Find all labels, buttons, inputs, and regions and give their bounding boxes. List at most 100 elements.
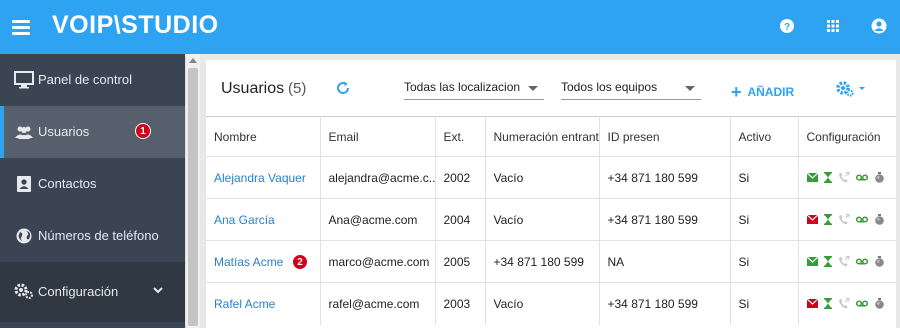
sidebar-item-label: Contactos	[38, 176, 97, 191]
cell-configuration	[798, 198, 896, 241]
delete-user-icon[interactable]	[874, 298, 885, 310]
gears-icon	[14, 283, 33, 299]
cell-name: Rafel Acme	[206, 282, 321, 325]
top-bar: VOIP\STUDIO ?	[0, 0, 900, 54]
users-table: Nombre Email Ext. Numeración entrante ID…	[206, 116, 896, 325]
delete-user-icon[interactable]	[874, 256, 885, 267]
user-name-link[interactable]: Matías Acme	[214, 255, 283, 269]
delete-user-icon[interactable]	[874, 214, 885, 225]
add-user-button[interactable]: + AÑADIR	[731, 80, 795, 102]
location-select-value: Todas las localizaciones	[404, 80, 520, 94]
table-row: Alejandra Vaquer alejandra@acme.c... 200…	[206, 156, 896, 199]
users-panel: Usuarios (5) Todas las localizaciones To…	[206, 60, 896, 328]
scroll-thumb[interactable]	[188, 68, 198, 326]
team-select-value: Todos los equipos	[561, 80, 658, 94]
cell-caller-id: +34 871 180 599	[599, 198, 731, 241]
sidebar-scrollbar[interactable]	[185, 54, 200, 328]
add-button-label: AÑADIR	[747, 85, 795, 99]
sidebar-item-dashboard[interactable]: Panel de control	[0, 54, 185, 106]
hourglass-icon[interactable]	[823, 298, 832, 310]
chevron-down-icon[interactable]	[152, 284, 164, 296]
team-select[interactable]: Todos los equipos	[561, 78, 701, 100]
call-forward-icon[interactable]	[838, 214, 850, 225]
hourglass-icon[interactable]	[823, 214, 832, 225]
apps-grid-icon[interactable]	[825, 18, 841, 34]
cell-configuration	[798, 240, 896, 283]
column-header-active[interactable]: Activo	[730, 116, 799, 157]
table-row: Rafel Acme rafel@acme.com 2003 Vacío +34…	[206, 282, 896, 325]
cell-email: rafel@acme.com	[320, 282, 436, 325]
cell-active: Si	[730, 156, 799, 199]
cell-active: Si	[730, 282, 799, 325]
step-badge-2: 2	[292, 254, 308, 270]
cell-email: marco@acme.com	[320, 240, 436, 283]
cell-extension: 2003	[435, 282, 486, 325]
cell-incoming-number: Vacío	[485, 198, 600, 241]
call-forward-icon[interactable]	[838, 298, 850, 309]
cell-active: Si	[730, 240, 799, 283]
cell-incoming-number: +34 871 180 599	[485, 240, 600, 283]
app-logo[interactable]: VOIP\STUDIO	[52, 11, 219, 40]
monitor-icon	[14, 71, 34, 89]
user-account-icon[interactable]	[871, 18, 887, 34]
panel-header: Usuarios (5) Todas las localizaciones To…	[206, 60, 896, 116]
user-name-link[interactable]: Ana García	[214, 213, 275, 227]
hourglass-icon[interactable]	[823, 172, 832, 183]
scroll-up-arrow-icon[interactable]	[189, 58, 197, 63]
voicemail-email-icon[interactable]	[806, 257, 818, 266]
dropdown-arrow-icon	[685, 86, 695, 91]
plus-icon: +	[731, 82, 742, 102]
cell-name: Alejandra Vaquer	[206, 156, 321, 199]
cell-configuration	[798, 156, 896, 199]
voicemail-icon[interactable]	[855, 300, 868, 307]
user-name-link[interactable]: Alejandra Vaquer	[214, 171, 306, 185]
cell-email: alejandra@acme.c...	[320, 156, 436, 199]
column-header-email[interactable]: Email	[320, 116, 436, 157]
settings-menu-icon[interactable]	[834, 80, 870, 98]
hamburger-menu-icon[interactable]	[12, 17, 30, 37]
call-forward-icon[interactable]	[838, 172, 850, 183]
cell-caller-id: +34 871 180 599	[599, 282, 731, 325]
help-icon[interactable]: ?	[779, 18, 795, 34]
cell-caller-id: +34 871 180 599	[599, 156, 731, 199]
users-icon	[15, 126, 33, 139]
dropdown-arrow-icon	[528, 86, 538, 91]
sidebar-item-users[interactable]: Usuarios 1	[0, 106, 185, 158]
voicemail-icon[interactable]	[855, 258, 868, 265]
sidebar-item-label: Panel de control	[38, 72, 132, 87]
location-select[interactable]: Todas las localizaciones	[404, 78, 544, 100]
page-title: Usuarios	[221, 80, 285, 97]
voicemail-icon[interactable]	[855, 174, 868, 181]
sidebar-item-contacts[interactable]: Contactos	[0, 158, 185, 210]
user-name-link[interactable]: Rafel Acme	[214, 297, 275, 311]
sidebar-item-configuration[interactable]: Configuración	[0, 262, 185, 322]
sidebar-item-label: Configuración	[38, 284, 119, 299]
cell-name: Ana García	[206, 198, 321, 241]
cell-caller-id: NA	[599, 240, 731, 283]
column-header-incoming-number[interactable]: Numeración entrante	[485, 116, 600, 157]
hourglass-icon[interactable]	[823, 256, 832, 267]
voicemail-email-icon[interactable]	[806, 173, 818, 182]
column-header-name[interactable]: Nombre	[206, 116, 321, 157]
sidebar: Panel de control Usuarios 1 Contactos Nú…	[0, 54, 185, 328]
cell-extension: 2004	[435, 198, 486, 241]
user-count: (5)	[288, 80, 307, 97]
delete-user-icon[interactable]	[874, 172, 885, 183]
globe-icon	[16, 228, 32, 244]
cell-extension: 2002	[435, 156, 486, 199]
voicemail-email-icon[interactable]	[806, 215, 818, 224]
table-header-row: Nombre Email Ext. Numeración entrante ID…	[206, 116, 896, 157]
svg-text:?: ?	[784, 22, 790, 33]
voicemail-email-icon[interactable]	[806, 299, 818, 309]
cell-configuration	[798, 282, 896, 325]
sidebar-item-phone-numbers[interactable]: Números de teléfono	[0, 210, 185, 262]
table-row: Ana García Ana@acme.com 2004 Vacío +34 8…	[206, 198, 896, 241]
refresh-icon[interactable]	[335, 80, 351, 96]
call-forward-icon[interactable]	[838, 256, 850, 267]
column-header-extension[interactable]: Ext.	[435, 116, 486, 157]
step-badge-1: 1	[135, 123, 151, 139]
voicemail-icon[interactable]	[855, 216, 868, 223]
table-row: Matías Acme 2 marco@acme.com 2005 +34 871…	[206, 240, 896, 283]
sidebar-item-label: Usuarios	[38, 124, 90, 139]
column-header-caller-id[interactable]: ID presen	[599, 116, 731, 157]
